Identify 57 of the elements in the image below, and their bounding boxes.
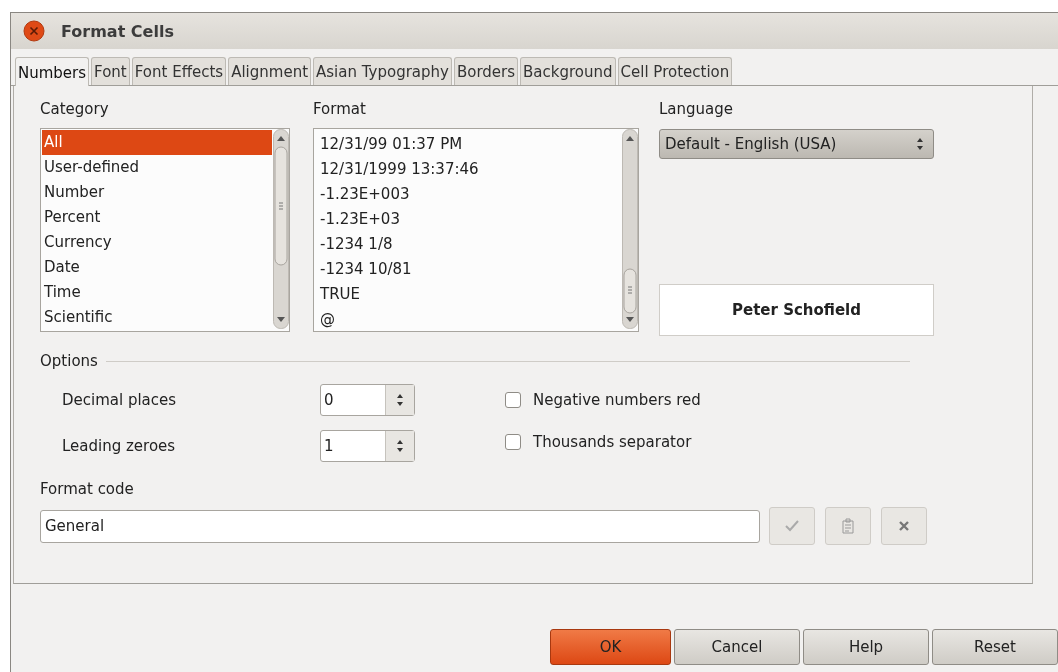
format-code-label: Format code (40, 480, 135, 500)
list-item[interactable]: Scientific (42, 305, 272, 330)
window-title: Format Cells (61, 21, 174, 41)
format-label: Format (313, 100, 367, 120)
list-item[interactable]: -1.23E+003 (318, 182, 621, 207)
delete-button[interactable] (881, 507, 927, 545)
tab[interactable]: Font Effects (131, 57, 227, 85)
list-item[interactable]: Time (42, 280, 272, 305)
spin-arrows-icon (915, 136, 925, 152)
options-heading: Options (40, 352, 98, 370)
language-dropdown[interactable]: Default - English (USA) (659, 129, 934, 159)
list-item[interactable]: Number (42, 180, 272, 205)
tab[interactable]: Borders (453, 57, 519, 85)
spinner-label: Leading zeroes (62, 437, 177, 455)
list-item[interactable]: 12/31/1999 13:37:46 (318, 157, 621, 182)
checkbox-label: Thousands separator (533, 433, 692, 451)
scrollbar[interactable] (622, 129, 638, 329)
close-icon[interactable] (23, 20, 45, 42)
format-list[interactable]: 12/31/99 01:37 PM 12/31/1999 13:37:46 -1.23E+003 -1.23E+03 -1234 1/8 -1234 10/81 TRUE @ (313, 128, 639, 332)
spin-arrows-icon[interactable] (395, 392, 405, 408)
dialog-button[interactable]: Reset (932, 629, 1058, 665)
language-label: Language (659, 100, 735, 120)
tab[interactable]: Cell Protection (617, 57, 733, 85)
close-icon (897, 519, 911, 533)
list-item[interactable]: Date (42, 255, 272, 280)
dialog-button[interactable]: OK (550, 629, 671, 665)
tab[interactable]: Alignment (228, 57, 312, 85)
preview-text: Peter Schofield (732, 301, 861, 319)
list-item[interactable]: -1234 10/81 (318, 257, 621, 282)
tab[interactable]: Numbers (15, 57, 90, 86)
list-item[interactable]: Currency (42, 230, 272, 255)
dialog-button[interactable]: Cancel (674, 629, 800, 665)
list-item[interactable]: @ (318, 307, 621, 331)
scrollbar[interactable] (273, 129, 289, 329)
list-item[interactable]: User-defined (42, 155, 272, 180)
category-label: Category (40, 100, 110, 120)
tab[interactable]: Asian Typography (313, 57, 452, 85)
format-code-field[interactable]: General (40, 509, 760, 543)
list-item[interactable]: All (42, 130, 272, 155)
checkmark-icon (784, 519, 800, 533)
category-list[interactable]: All User-defined Number Percent Currency Date Time Scientific (40, 128, 290, 332)
spinner-label: Decimal places (62, 391, 178, 409)
list-item[interactable]: Percent (42, 205, 272, 230)
tab[interactable]: Font (91, 57, 130, 85)
list-item[interactable]: -1234 1/8 (318, 232, 621, 257)
list-item[interactable]: TRUE (318, 282, 621, 307)
clipboard-icon (841, 518, 855, 534)
list-item[interactable]: 12/31/99 01:37 PM (318, 132, 621, 157)
spin-arrows-icon[interactable] (395, 438, 405, 454)
list-item[interactable]: -1.23E+03 (318, 207, 621, 232)
checkbox-label: Negative numbers red (533, 391, 701, 409)
spin-field[interactable]: 1 (320, 430, 415, 462)
checkbox[interactable] (505, 434, 521, 450)
checkbox[interactable] (505, 392, 521, 408)
spin-field[interactable]: 0 (320, 384, 415, 416)
tab[interactable]: Background (520, 57, 616, 85)
dialog-button[interactable]: Help (803, 629, 929, 665)
